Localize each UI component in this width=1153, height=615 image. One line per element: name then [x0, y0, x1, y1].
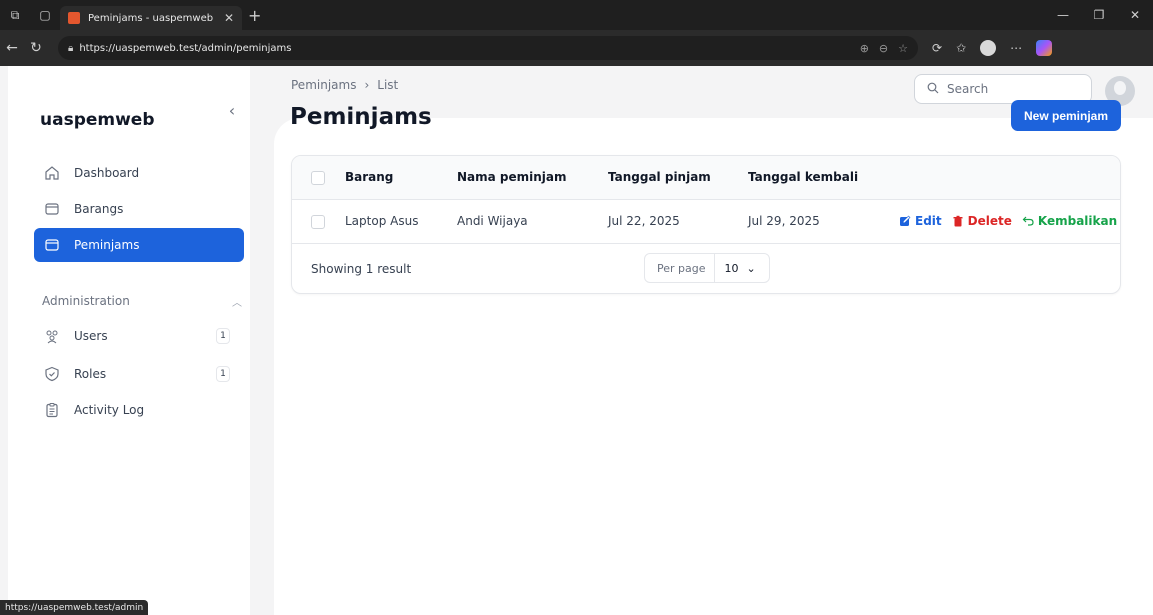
edit-icon: [900, 215, 911, 226]
sidebar-item-dashboard[interactable]: Dashboard: [34, 156, 244, 190]
profile-avatar-icon[interactable]: [980, 40, 997, 56]
app-shell: uaspemweb ‹ Dashboard Barangs Peminjams …: [8, 66, 1153, 615]
results-summary: Showing 1 result: [311, 262, 412, 276]
breadcrumb-separator-icon: ›: [364, 78, 370, 92]
chevron-down-icon: ⌄: [746, 261, 756, 275]
table-row[interactable]: Laptop Asus Andi Wijaya Jul 22, 2025 Jul…: [292, 200, 1120, 244]
back-icon[interactable]: ←: [0, 30, 24, 66]
browser-tab-bar: ⧉ ▢ Peminjams - uaspemweb ✕ + — ❐ ✕: [0, 0, 1153, 30]
sidebar-item-barangs[interactable]: Barangs: [34, 192, 244, 226]
workspaces-icon[interactable]: ⧉: [0, 0, 30, 30]
per-page-select[interactable]: Per page 10 ⌄: [644, 253, 770, 283]
sidebar-item-label: Peminjams: [74, 238, 140, 252]
search-icon: [927, 82, 939, 97]
undo-arrow-icon: [1022, 216, 1034, 226]
sidebar-item-label: Dashboard: [74, 166, 140, 180]
browser-status-bar: https://uaspemweb.test/admin: [0, 600, 149, 615]
column-header-barang[interactable]: Barang: [345, 170, 393, 184]
kembalikan-label: Kembalikan: [1037, 214, 1118, 228]
kembalikan-action[interactable]: Kembalikan: [1022, 214, 1117, 228]
shield-icon: [44, 366, 60, 382]
sidebar-item-peminjams[interactable]: Peminjams: [34, 228, 244, 262]
peminjams-table: Barang Nama peminjam Tanggal pinjam Tang…: [291, 155, 1121, 294]
new-tab-icon[interactable]: +: [248, 6, 261, 25]
breadcrumb-item-list: List: [377, 78, 399, 92]
window-controls: — ❐ ✕: [1045, 0, 1153, 30]
edit-action[interactable]: Edit: [899, 214, 942, 228]
group-label: Administration: [42, 294, 130, 308]
delete-label: Delete: [967, 214, 1012, 228]
sidebar-item-users[interactable]: Users 1: [34, 319, 244, 353]
breadcrumb-item-peminjams[interactable]: Peminjams: [291, 78, 356, 92]
row-actions: Edit Delete Kembalikan: [899, 214, 1117, 228]
copilot-icon[interactable]: [1036, 40, 1053, 56]
zoom-icon[interactable]: ⊕: [860, 42, 869, 55]
search-placeholder: Search: [947, 82, 989, 96]
url-actions: ⊕ ⊖ ☆: [860, 42, 908, 55]
tab-title: Peminjams - uaspemweb: [88, 12, 214, 24]
cell-tanggal-pinjam: Jul 22, 2025: [608, 214, 680, 228]
lock-icon: 🔒︎: [68, 42, 74, 54]
restore-icon[interactable]: ❐: [1081, 0, 1117, 30]
delete-action[interactable]: Delete: [952, 214, 1012, 228]
table-header: Barang Nama peminjam Tanggal pinjam Tang…: [292, 156, 1120, 200]
minimize-icon[interactable]: —: [1045, 0, 1081, 30]
sidebar: uaspemweb ‹ Dashboard Barangs Peminjams …: [8, 66, 250, 615]
breadcrumb: Peminjams › List: [291, 78, 398, 92]
favicon-icon: [68, 12, 80, 24]
browser-toolbar-icons: ⟳ ✩ ⋯: [932, 40, 1053, 56]
sidebar-item-label: Roles: [74, 367, 107, 381]
refresh-icon[interactable]: ↻: [24, 30, 48, 66]
column-header-tanggal-kembali[interactable]: Tanggal kembali: [748, 170, 858, 184]
close-window-icon[interactable]: ✕: [1117, 0, 1153, 30]
column-header-tanggal-pinjam[interactable]: Tanggal pinjam: [608, 170, 711, 184]
select-all-checkbox[interactable]: [311, 171, 325, 185]
chevron-up-icon: ︿: [232, 298, 242, 309]
box-icon: [44, 237, 60, 253]
cell-barang: Laptop Asus: [345, 214, 419, 228]
sidebar-group-administration[interactable]: Administration ︿: [42, 294, 242, 309]
users-icon: [44, 328, 60, 344]
more-menu-icon[interactable]: ⋯: [1010, 41, 1022, 55]
count-badge: 1: [216, 328, 230, 344]
favorites-icon[interactable]: ✩: [956, 41, 966, 55]
page-title: Peminjams: [290, 104, 432, 130]
reader-icon[interactable]: ⊖: [879, 42, 888, 55]
sidebar-item-roles[interactable]: Roles 1: [34, 357, 244, 391]
collapse-sidebar-icon[interactable]: ‹: [222, 100, 242, 120]
browser-tab[interactable]: Peminjams - uaspemweb ✕: [60, 6, 242, 30]
browser-address-bar: ← ↻ 🔒︎ https://uaspemweb.test/admin/pemi…: [0, 30, 1153, 66]
sidebar-item-activity-log[interactable]: Activity Log: [34, 393, 244, 427]
extensions-icon[interactable]: ⟳: [932, 41, 942, 55]
close-tab-icon[interactable]: ✕: [224, 11, 234, 25]
sidebar-item-label: Barangs: [74, 202, 124, 216]
home-icon: [44, 165, 60, 181]
sidebar-item-label: Users: [74, 329, 108, 343]
column-header-nama-peminjam[interactable]: Nama peminjam: [457, 170, 567, 184]
cell-tanggal-kembali: Jul 29, 2025: [748, 214, 820, 228]
trash-icon: [953, 215, 963, 227]
tab-actions-icon[interactable]: ▢: [30, 0, 60, 30]
edit-label: Edit: [915, 214, 942, 228]
per-page-label: Per page: [645, 254, 715, 282]
url-field[interactable]: 🔒︎ https://uaspemweb.test/admin/peminjam…: [58, 36, 918, 60]
per-page-number: 10: [724, 261, 739, 275]
favorite-star-icon[interactable]: ☆: [898, 42, 908, 55]
url-text: https://uaspemweb.test/admin/peminjams: [79, 42, 292, 54]
box-icon: [44, 201, 60, 217]
count-badge: 1: [216, 366, 230, 382]
per-page-value: 10 ⌄: [715, 262, 756, 275]
sidebar-item-label: Activity Log: [74, 403, 145, 417]
clipboard-icon: [44, 402, 60, 418]
cell-nama-peminjam: Andi Wijaya: [457, 214, 528, 228]
row-checkbox[interactable]: [311, 215, 325, 229]
brand-name[interactable]: uaspemweb: [40, 110, 155, 130]
new-peminjam-button[interactable]: New peminjam: [1011, 100, 1121, 131]
